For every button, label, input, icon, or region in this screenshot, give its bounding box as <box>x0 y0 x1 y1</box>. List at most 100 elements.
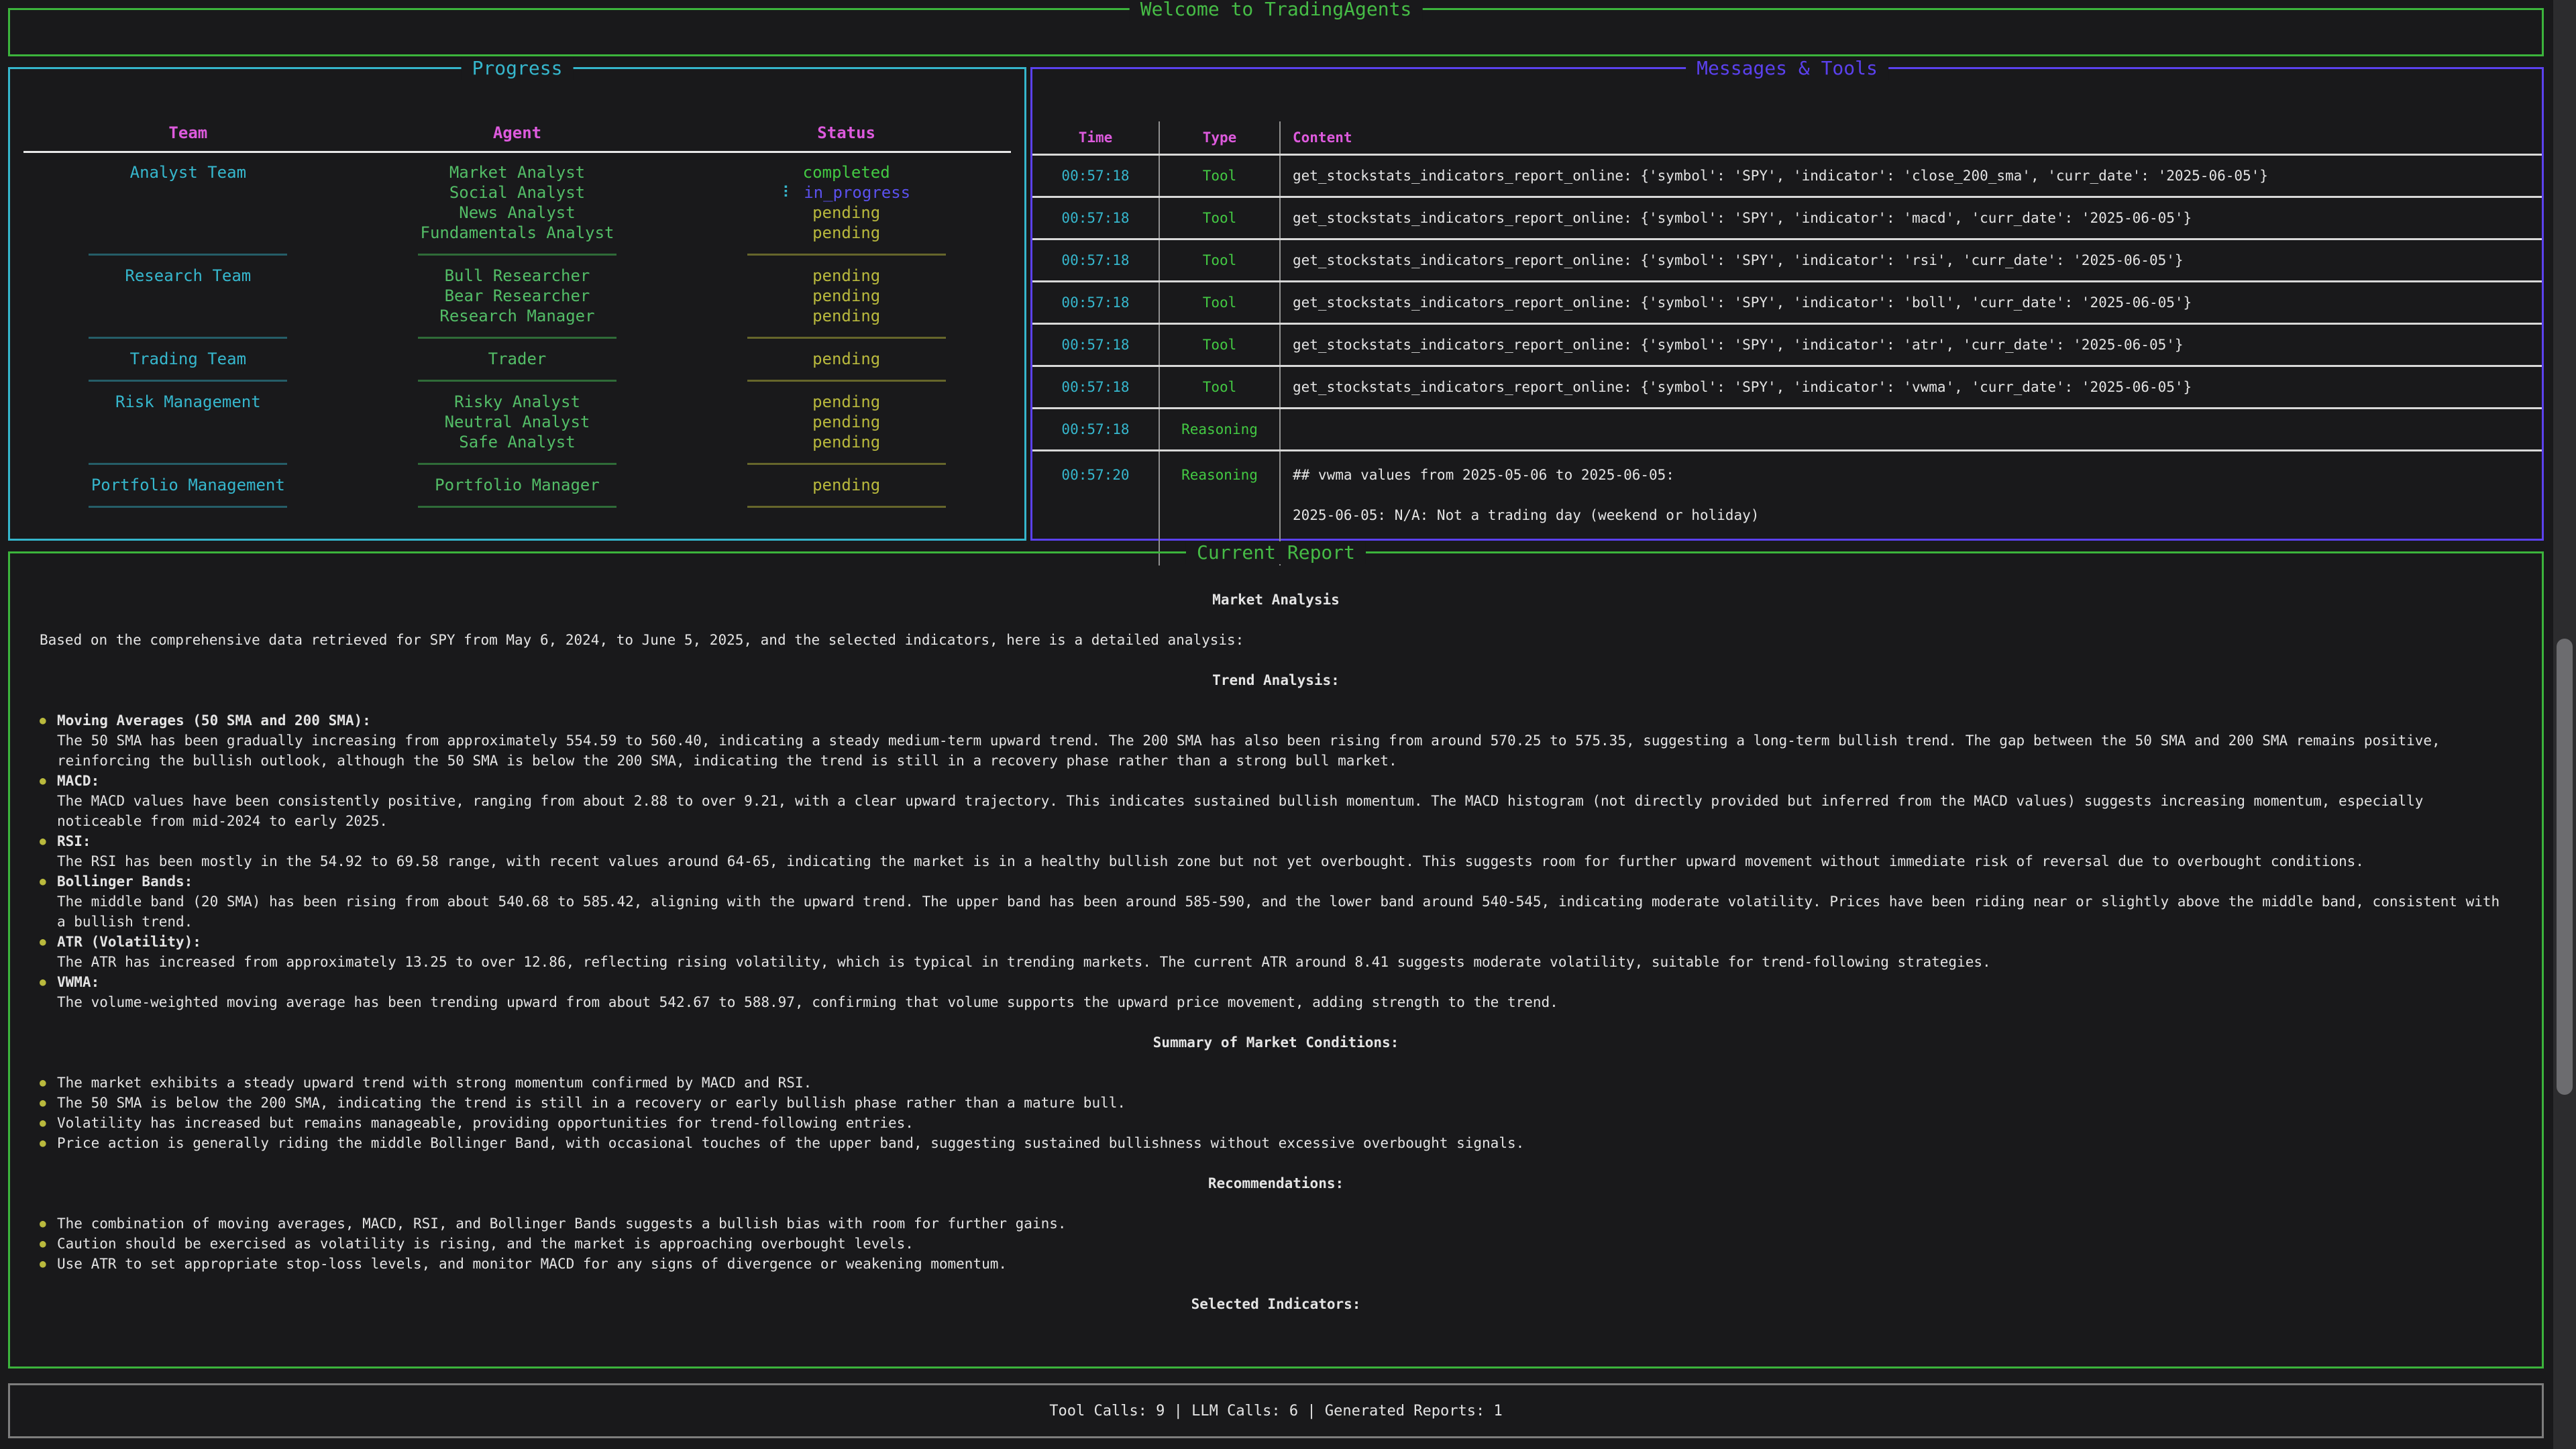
message-row: 00:57:18Reasoning <box>1032 407 2542 449</box>
agent-name-cell: Market Analyst <box>353 162 682 182</box>
progress-panel-title: Progress <box>462 57 574 80</box>
list-item: ●Use ATR to set appropriate stop-loss le… <box>40 1254 2512 1274</box>
list-item-text: The combination of moving averages, MACD… <box>57 1214 2512 1234</box>
messages-column-header: Time <box>1032 121 1160 154</box>
list-item: ●Bollinger Bands:The middle band (20 SMA… <box>40 871 2512 932</box>
messages-panel: Messages & Tools TimeTypeContent00:57:18… <box>1030 67 2544 541</box>
agent-status-cell: pending <box>682 203 1011 223</box>
message-type: Tool <box>1160 198 1281 238</box>
bullet-icon: ● <box>40 1133 57 1153</box>
separator-line <box>747 254 946 256</box>
agent-name-cell: Social Analyst <box>353 182 682 203</box>
list-item-text: RSI:The RSI has been mostly in the 54.92… <box>57 831 2512 871</box>
agent-status-label: pending <box>812 476 880 494</box>
agent-status-cell: pending <box>682 286 1011 306</box>
agent-name-cell: Bear Researcher <box>353 286 682 306</box>
welcome-title: Welcome to TradingAgents <box>1130 0 1423 21</box>
team-group-separator <box>353 243 682 266</box>
list-item-text: VWMA:The volume-weighted moving average … <box>57 972 2512 1012</box>
bullet-icon: ● <box>40 831 57 871</box>
bullet-icon: ● <box>40 871 57 932</box>
agent-status-label: pending <box>812 413 880 431</box>
message-row: 00:57:18Toolget_stockstats_indicators_re… <box>1032 280 2542 323</box>
messages-header-row: TimeTypeContent <box>1032 121 2542 156</box>
message-content: get_stockstats_indicators_report_online:… <box>1281 367 2542 407</box>
list-item: ●ATR (Volatility):The ATR has increased … <box>40 932 2512 972</box>
message-content: get_stockstats_indicators_report_online:… <box>1281 198 2542 238</box>
team-group-separator <box>682 369 1011 392</box>
team-group-separator <box>23 495 353 518</box>
recommendations-heading-list: ●The combination of moving averages, MAC… <box>40 1214 2512 1274</box>
agent-status-cell: pending <box>682 223 1011 243</box>
list-item-body: The MACD values have been consistently p… <box>57 793 2423 829</box>
agent-name-cell: Neutral Analyst <box>353 412 682 432</box>
bullet-icon: ● <box>40 1073 57 1093</box>
agent-name-cell: Bull Researcher <box>353 266 682 286</box>
list-item: ●VWMA:The volume-weighted moving average… <box>40 972 2512 1012</box>
message-content-line: ## vwma values from 2025-05-06 to 2025-0… <box>1293 465 2542 485</box>
message-content: get_stockstats_indicators_report_online:… <box>1281 325 2542 365</box>
separator-line <box>747 380 946 382</box>
team-group-separator <box>353 326 682 349</box>
messages-column-header: Content <box>1281 121 2542 154</box>
agent-status-label: in_progress <box>804 183 910 202</box>
list-item-text: The 50 SMA is below the 200 SMA, indicat… <box>57 1093 2512 1113</box>
list-item-label: ATR (Volatility): <box>57 932 2512 952</box>
message-time: 00:57:18 <box>1032 325 1160 365</box>
team-group-separator <box>682 452 1011 475</box>
stats-bar: Tool Calls: 9 | LLM Calls: 6 | Generated… <box>8 1383 2544 1438</box>
team-name-cell: Research Team <box>23 266 353 286</box>
message-content: get_stockstats_indicators_report_online:… <box>1281 282 2542 323</box>
message-type: Reasoning <box>1160 409 1281 449</box>
team-group-separator <box>353 495 682 518</box>
scrollbar-track[interactable] <box>2553 0 2576 1449</box>
team-name-cell <box>23 223 353 243</box>
separator-line <box>89 337 287 339</box>
separator-line <box>418 254 616 256</box>
message-time: 00:57:18 <box>1032 156 1160 196</box>
agent-status-label: pending <box>812 433 880 451</box>
terminal-screen: Welcome to TradingAgents Progress TeamAg… <box>0 0 2576 1449</box>
spinner-icon: ⠇ <box>782 183 804 202</box>
message-type: Tool <box>1160 240 1281 280</box>
message-row: 00:57:18Toolget_stockstats_indicators_re… <box>1032 156 2542 196</box>
agent-name-cell: Research Manager <box>353 306 682 326</box>
progress-column-header: Team <box>23 123 353 151</box>
list-item-text: MACD:The MACD values have been consisten… <box>57 771 2512 831</box>
progress-table: TeamAgentStatusAnalyst TeamMarket Analys… <box>23 123 1011 518</box>
bullet-icon: ● <box>40 1214 57 1234</box>
list-item: ●Moving Averages (50 SMA and 200 SMA):Th… <box>40 710 2512 771</box>
list-item-text: Moving Averages (50 SMA and 200 SMA):The… <box>57 710 2512 771</box>
progress-column-header: Status <box>682 123 1011 151</box>
team-group-separator <box>23 452 353 475</box>
scrollbar-thumb[interactable] <box>2557 639 2573 1095</box>
bullet-icon: ● <box>40 1113 57 1133</box>
report-title: Market Analysis <box>40 590 2512 610</box>
agent-status-label: pending <box>812 286 880 305</box>
agent-status-cell: pending <box>682 412 1011 432</box>
agent-status-label: pending <box>812 203 880 222</box>
agent-status-label: completed <box>803 163 890 182</box>
team-group-separator <box>23 369 353 392</box>
message-type: Tool <box>1160 156 1281 196</box>
agent-status-cell: pending <box>682 266 1011 286</box>
bullet-icon: ● <box>40 1254 57 1274</box>
selected-indicators-heading: Selected Indicators: <box>40 1294 2512 1314</box>
message-row: 00:57:18Toolget_stockstats_indicators_re… <box>1032 238 2542 280</box>
progress-column-header: Agent <box>353 123 682 151</box>
list-item: ●The market exhibits a steady upward tre… <box>40 1073 2512 1093</box>
separator-line <box>418 463 616 465</box>
list-item: ●The combination of moving averages, MAC… <box>40 1214 2512 1234</box>
team-name-cell: Portfolio Management <box>23 475 353 495</box>
message-time: 00:57:18 <box>1032 367 1160 407</box>
list-item: ●The 50 SMA is below the 200 SMA, indica… <box>40 1093 2512 1113</box>
bullet-icon: ● <box>40 1234 57 1254</box>
messages-column-header: Type <box>1160 121 1281 154</box>
separator-line <box>89 506 287 508</box>
team-name-cell <box>23 306 353 326</box>
trend-heading: Trend Analysis: <box>40 670 2512 690</box>
message-row: 00:57:20Reasoning## vwma values from 202… <box>1032 449 2542 552</box>
agent-status-cell: pending <box>682 306 1011 326</box>
list-item-text: Bollinger Bands:The middle band (20 SMA)… <box>57 871 2512 932</box>
message-time: 00:57:20 <box>1032 451 1160 566</box>
